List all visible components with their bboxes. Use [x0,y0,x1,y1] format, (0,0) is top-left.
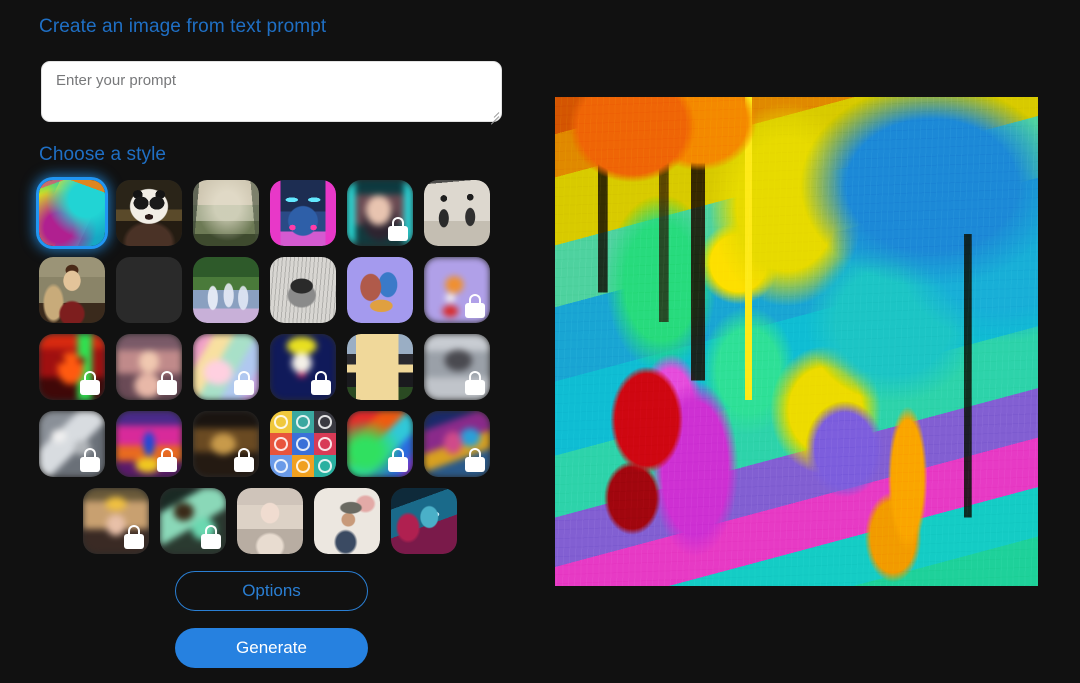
style-thumb-art [347,257,413,323]
lock-icon [465,448,485,472]
style-thumb-watercolor-soldier[interactable] [314,488,380,554]
style-thumb-rainbow-dream[interactable] [193,334,259,400]
style-thumb-art [270,257,336,323]
style-grid [39,180,501,565]
lock-icon [157,448,177,472]
lock-icon [388,448,408,472]
style-thumb-isometric-desk[interactable] [347,257,413,323]
prompt-input[interactable] [41,61,502,122]
lock-icon [157,371,177,395]
style-thumb-art [39,257,105,323]
style-thumb-icon-set-grid[interactable] [270,411,336,477]
lock-icon [80,448,100,472]
options-button[interactable]: Options [175,571,368,611]
lock-icon [80,371,100,395]
style-thumb-green-mist[interactable] [160,488,226,554]
lock-icon [124,525,144,549]
style-thumb-abstract-paint[interactable] [39,180,105,246]
image-generator-app: Create an image from text prompt Choose … [0,0,1080,683]
style-thumb-art [116,257,182,323]
style-thumb-sepia-blur[interactable] [193,411,259,477]
style-thumb-art [270,180,336,246]
style-row [39,257,501,323]
style-thumb-metal-debris[interactable] [39,411,105,477]
lock-icon [234,371,254,395]
style-thumb-chromatic-portrait[interactable] [424,411,490,477]
style-thumb-vintage-engraving[interactable] [424,180,490,246]
style-thumb-vivid-swirl[interactable] [347,411,413,477]
style-thumb-art [270,411,336,477]
style-thumb-cyber-robot[interactable] [270,180,336,246]
style-thumb-neon-figure[interactable] [116,411,182,477]
style-thumb-folk-flowers[interactable] [116,257,182,323]
style-thumb-fox-soft[interactable] [424,257,490,323]
generate-button[interactable]: Generate [175,628,368,668]
style-thumb-art [193,180,259,246]
lock-icon [234,448,254,472]
style-thumb-portrait-neon[interactable] [347,180,413,246]
style-thumb-modern-architecture[interactable] [347,334,413,400]
style-thumb-art [39,180,105,246]
style-thumb-art [314,488,380,554]
style-thumb-pastel-portrait[interactable] [116,334,182,400]
style-row [39,411,501,477]
style-thumb-thermal-face[interactable] [39,334,105,400]
style-thumb-art [347,334,413,400]
style-thumb-pop-art-icon[interactable] [270,334,336,400]
style-row [39,334,501,400]
lock-icon [465,294,485,318]
style-thumb-pencil-sketch-cup[interactable] [270,257,336,323]
page-title: Create an image from text prompt [39,16,327,37]
brush-texture-overlay [555,97,1038,586]
style-thumb-art [193,257,259,323]
style-thumb-grey-cloud[interactable] [424,334,490,400]
style-thumb-doll-portrait[interactable] [237,488,303,554]
lock-icon [201,525,221,549]
style-thumb-art [424,180,490,246]
style-thumb-golden-crown-face[interactable] [83,488,149,554]
lock-icon [465,371,485,395]
style-thumb-panda-render[interactable] [116,180,182,246]
style-thumb-renaissance-portrait[interactable] [39,257,105,323]
choose-style-label: Choose a style [39,144,167,165]
style-thumb-misty-landscape[interactable] [193,180,259,246]
style-thumb-art [116,180,182,246]
controls-panel: Create an image from text prompt Choose … [0,0,540,683]
style-row [39,180,501,246]
lock-icon [388,217,408,241]
style-thumb-impressionist-ballet[interactable] [193,257,259,323]
style-thumb-teal-fantasy-face[interactable] [391,488,457,554]
style-thumb-art [237,488,303,554]
generated-image-panel[interactable] [555,97,1038,586]
lock-icon [311,371,331,395]
style-thumb-art [391,488,457,554]
style-row [39,488,501,554]
